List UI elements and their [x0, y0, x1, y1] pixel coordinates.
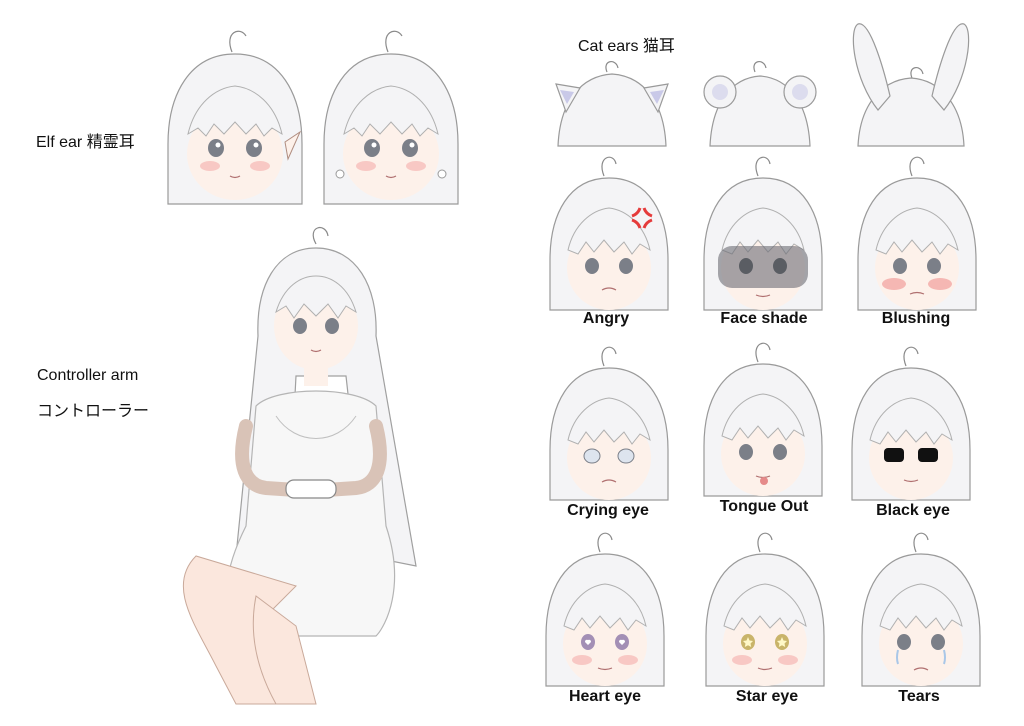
elf-ear-label: Elf ear 精霊耳 [36, 134, 135, 151]
tears-head [861, 532, 981, 687]
caption-angry: Angry [582, 310, 630, 327]
caption-crying-eye: Crying eye [567, 502, 649, 519]
bear-ears-head [703, 61, 817, 147]
caption-heart-eye: Heart eye [568, 688, 642, 705]
face-shade-head [703, 156, 823, 311]
controller-arm-jp-label: コントローラー [37, 403, 150, 420]
angry-head [549, 156, 669, 311]
controller-arm-figure [182, 227, 417, 705]
caption-tears: Tears [898, 688, 940, 705]
star-eye-head [705, 532, 825, 687]
controller-arm-label: Controller arm [37, 367, 139, 384]
elf-ear-head-1 [167, 30, 303, 205]
elf-ear-head-2 [323, 30, 459, 205]
caption-tongue-out: Tongue Out [719, 498, 809, 515]
bunny-ears-head [852, 23, 970, 147]
caption-star-eye: Star eye [735, 688, 799, 705]
caption-black-eye: Black eye [876, 502, 950, 519]
cat-ears-head [555, 61, 669, 147]
tongue-out-head [703, 342, 823, 497]
cat-ears-label: Cat ears 猫耳 [578, 38, 675, 55]
caption-blushing: Blushing [881, 310, 951, 327]
blushing-head [857, 156, 977, 311]
caption-face-shade: Face shade [720, 310, 808, 327]
crying-eye-head [549, 346, 669, 501]
black-eye-head [851, 346, 971, 501]
heart-eye-head [545, 532, 665, 687]
